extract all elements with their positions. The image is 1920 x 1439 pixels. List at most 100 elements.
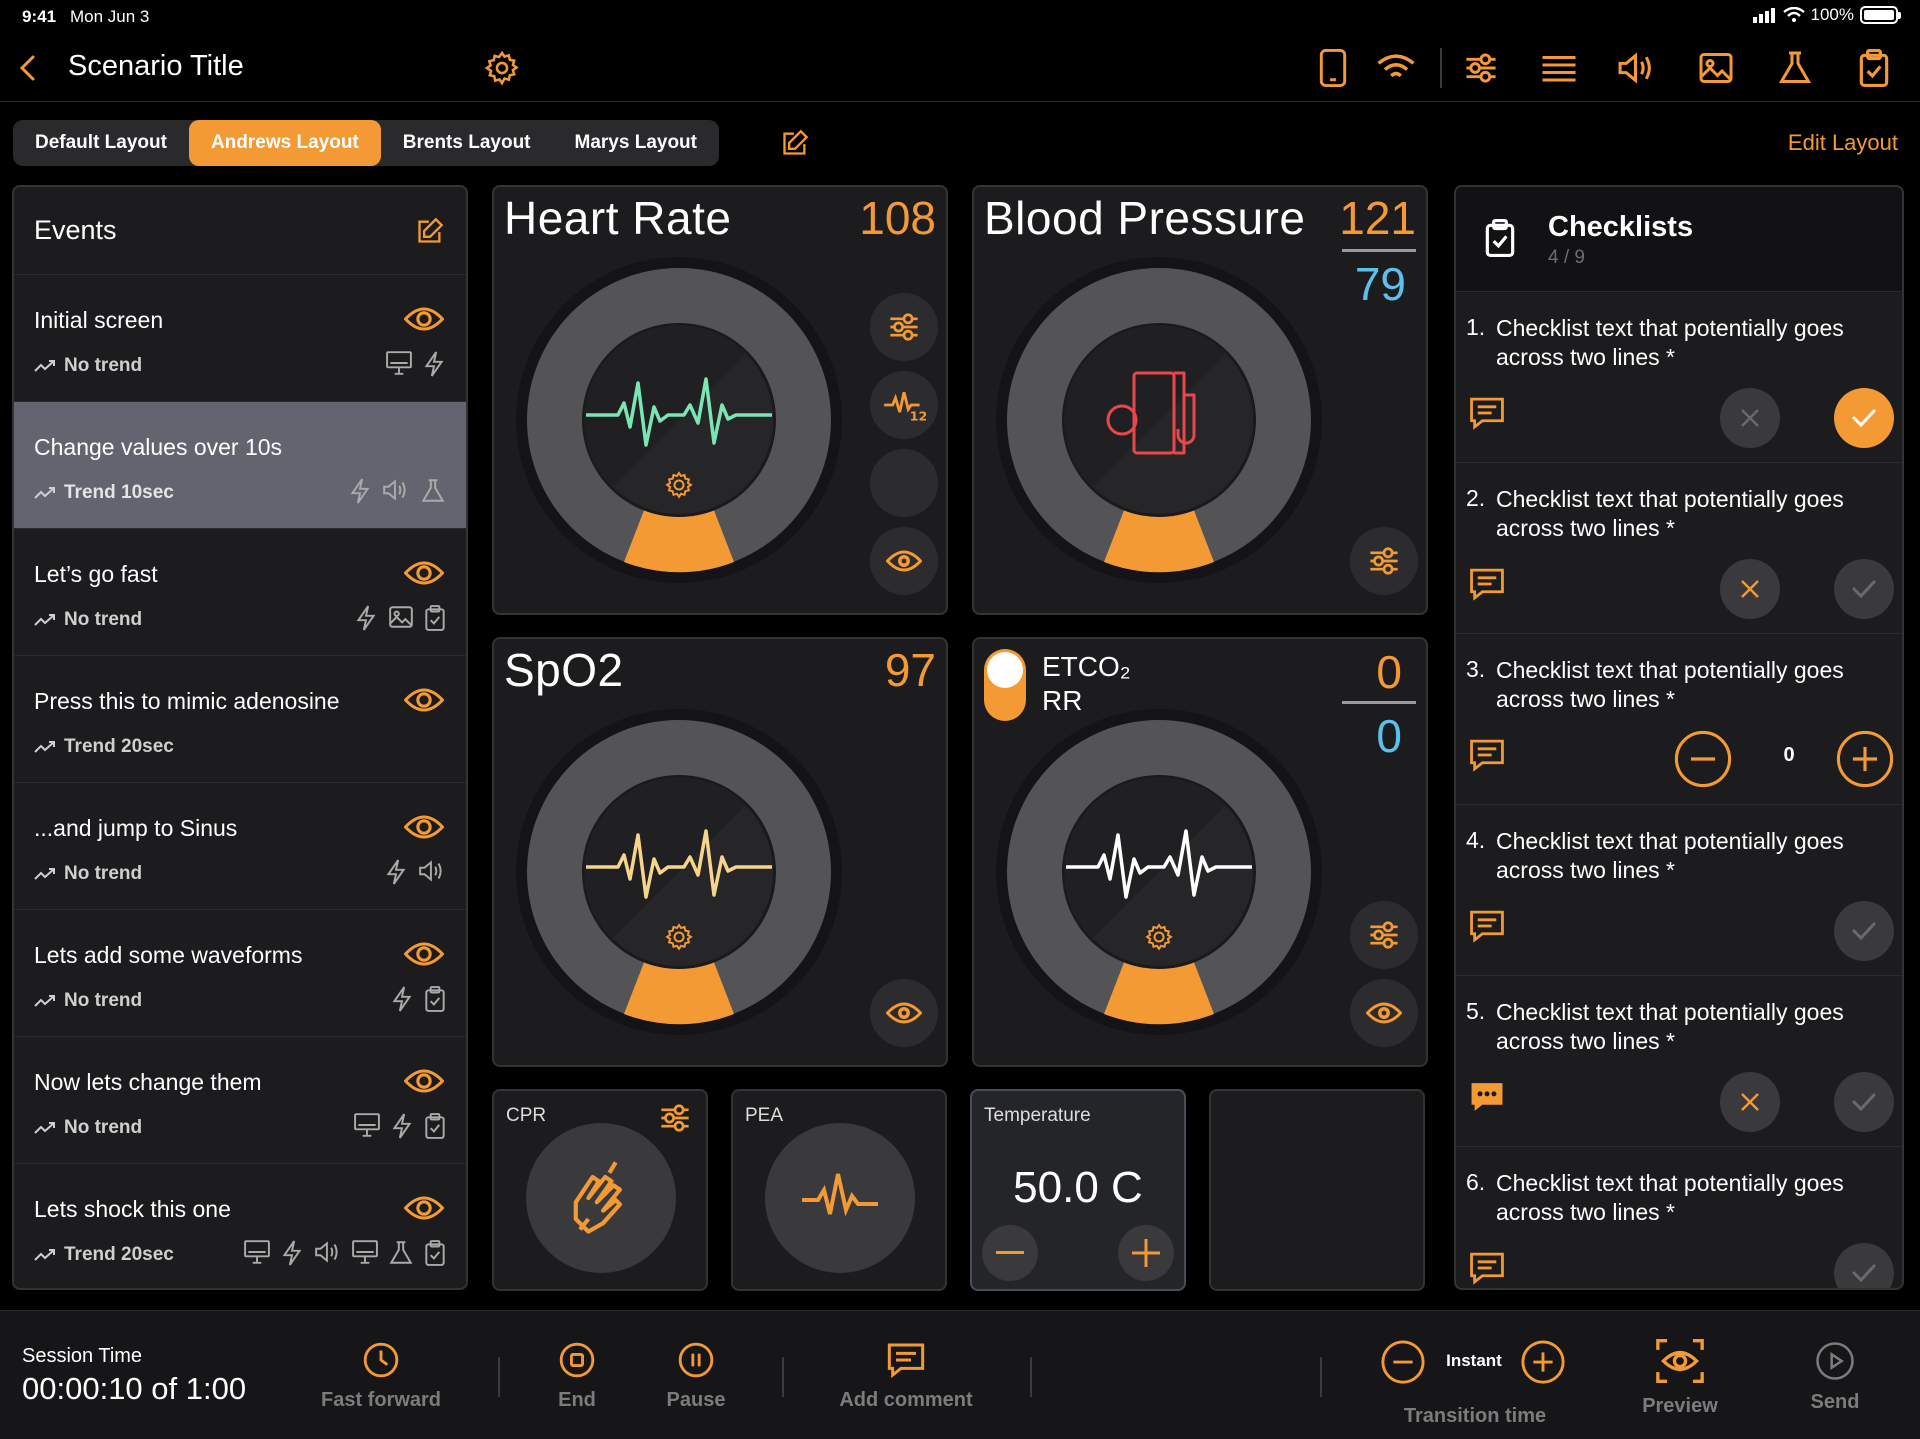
clip-icon (424, 986, 446, 1012)
checklists-count: 4 / 9 (1548, 247, 1585, 268)
event-visibility-icon[interactable] (404, 940, 444, 968)
temperature-tile[interactable]: Temperature 50.0 C (970, 1089, 1186, 1291)
etco2-sliders-button[interactable] (1350, 901, 1418, 969)
sliders-icon[interactable] (1455, 42, 1507, 94)
checklist-comment-icon[interactable] (1468, 1251, 1506, 1285)
transition-decrease-icon[interactable] (1380, 1339, 1426, 1385)
spo2-visibility-button[interactable] (870, 979, 938, 1047)
bp-sliders-button[interactable] (1350, 527, 1418, 595)
checklist-confirm-button[interactable] (1834, 1243, 1894, 1288)
flask-icon[interactable] (1769, 42, 1821, 94)
edit-events-icon[interactable] (416, 217, 444, 245)
blood-pressure-dial[interactable] (994, 255, 1324, 585)
tab-brents-layout[interactable]: Brents Layout (381, 120, 553, 166)
checklist-decrement-icon[interactable] (1674, 730, 1732, 788)
end-button[interactable]: End (537, 1341, 617, 1412)
spo2-dial[interactable] (514, 707, 844, 1037)
clipboard-check-icon[interactable] (1848, 42, 1900, 94)
checklist-text: Checklist text that potentially goes acr… (1496, 1170, 1844, 1225)
event-item[interactable]: Let’s go fast No trend (14, 529, 466, 656)
checklists-title: Checklists (1548, 211, 1694, 243)
settings-gear-icon[interactable] (476, 42, 528, 94)
event-item[interactable]: Change values over 10s Trend 10sec (14, 402, 466, 529)
heart-rate-dial[interactable] (514, 255, 844, 585)
spo2-panel[interactable]: SpO2 97 (492, 637, 948, 1067)
etco2-visibility-button[interactable] (1350, 979, 1418, 1047)
hr-12-lead-button[interactable]: 12 (870, 371, 938, 439)
edit-tabs-icon[interactable] (781, 129, 809, 157)
event-item[interactable]: ...and jump to Sinus No trend (14, 783, 466, 910)
checklist-comment-icon[interactable] (1468, 567, 1506, 601)
event-visibility-icon[interactable] (404, 559, 444, 587)
pause-button[interactable]: Pause (656, 1341, 736, 1412)
tab-marys-layout[interactable]: Marys Layout (553, 120, 719, 166)
checklist-comment-icon[interactable] (1468, 1080, 1506, 1114)
tab-default-layout[interactable]: Default Layout (13, 120, 189, 166)
checklist-confirm-button[interactable] (1834, 1072, 1894, 1132)
wifi-icon[interactable] (1370, 42, 1422, 94)
checklist-confirm-button[interactable] (1834, 559, 1894, 619)
pea-tile[interactable]: PEA (731, 1089, 947, 1291)
image-icon[interactable] (1690, 42, 1742, 94)
checklist-reject-button[interactable] (1720, 388, 1780, 448)
edit-layout-link[interactable]: Edit Layout (1788, 130, 1898, 156)
events-header: Events (14, 187, 466, 275)
back-chevron-icon[interactable] (18, 54, 36, 82)
blood-pressure-panel[interactable]: Blood Pressure 121 79 (972, 185, 1428, 615)
preview-button[interactable]: Preview (1620, 1337, 1740, 1418)
event-trend-label: No trend (64, 863, 143, 884)
heart-rate-panel[interactable]: Heart Rate 108 12 (492, 185, 948, 615)
checklist-reject-button[interactable] (1720, 559, 1780, 619)
event-name: Change values over 10s (34, 434, 283, 460)
add-comment-button[interactable]: Add comment (826, 1341, 986, 1412)
transition-increase-icon[interactable] (1520, 1339, 1566, 1385)
temperature-decrease-button[interactable] (982, 1225, 1038, 1281)
heart-rate-value: 108 (859, 192, 936, 244)
hr-visibility-button[interactable] (870, 527, 938, 595)
event-item[interactable]: Press this to mimic adenosine Trend 20sec (14, 656, 466, 783)
flask-icon (388, 1240, 414, 1266)
event-trend: No trend (34, 990, 142, 1012)
preview-label: Preview (1642, 1395, 1718, 1417)
event-item[interactable]: Lets add some waveforms No trend (14, 910, 466, 1037)
etco2-panel[interactable]: ETCO₂ RR 0 0 (972, 637, 1428, 1067)
empty-tile[interactable] (1209, 1089, 1425, 1291)
checklist-comment-icon[interactable] (1468, 909, 1506, 943)
event-item[interactable]: Now lets change them No trend (14, 1037, 466, 1164)
checklist-reject-button[interactable] (1720, 1072, 1780, 1132)
checklist-comment-icon[interactable] (1468, 738, 1506, 772)
cpr-button[interactable] (526, 1123, 676, 1273)
list-icon[interactable] (1533, 42, 1585, 94)
event-visibility-icon[interactable] (404, 686, 444, 714)
event-visibility-icon[interactable] (404, 1194, 444, 1222)
event-item[interactable]: Initial screen No trend (14, 275, 466, 402)
hr-empty-button[interactable] (870, 449, 938, 517)
checklist-increment-icon[interactable] (1836, 730, 1894, 788)
checklist-confirm-button[interactable] (1834, 901, 1894, 961)
event-item[interactable]: Lets shock this one Trend 20sec (14, 1164, 466, 1288)
temperature-increase-button[interactable] (1118, 1225, 1174, 1281)
checklist-comment-icon[interactable] (1468, 396, 1506, 430)
speaker-icon[interactable] (1611, 42, 1663, 94)
checklist-item: 3. Checklist text that potentially goes a… (1456, 634, 1902, 805)
tablet-icon[interactable] (1307, 42, 1359, 94)
etco2-dial[interactable] (994, 707, 1324, 1037)
comment-icon (887, 1343, 925, 1379)
event-trend: No trend (34, 1117, 142, 1139)
event-visibility-icon[interactable] (404, 305, 444, 333)
fast-forward-button[interactable]: Fast forward (316, 1341, 446, 1412)
event-visibility-icon[interactable] (404, 1067, 444, 1095)
cpr-tile[interactable]: CPR (492, 1089, 708, 1291)
checklist-number: 4. (1466, 827, 1486, 853)
bolt-icon (390, 1113, 414, 1139)
pea-button[interactable] (765, 1123, 915, 1273)
event-visibility-icon[interactable] (404, 813, 444, 841)
speaker-icon (314, 1240, 342, 1266)
cpr-sliders-icon[interactable] (658, 1103, 692, 1133)
hr-sliders-button[interactable] (870, 293, 938, 361)
send-button[interactable]: Send (1790, 1341, 1880, 1414)
event-trend-label: No trend (64, 355, 143, 376)
checklist-confirm-button[interactable] (1834, 388, 1894, 448)
tab-andrews-layout[interactable]: Andrews Layout (188, 120, 381, 166)
bp-divider (1342, 249, 1416, 252)
